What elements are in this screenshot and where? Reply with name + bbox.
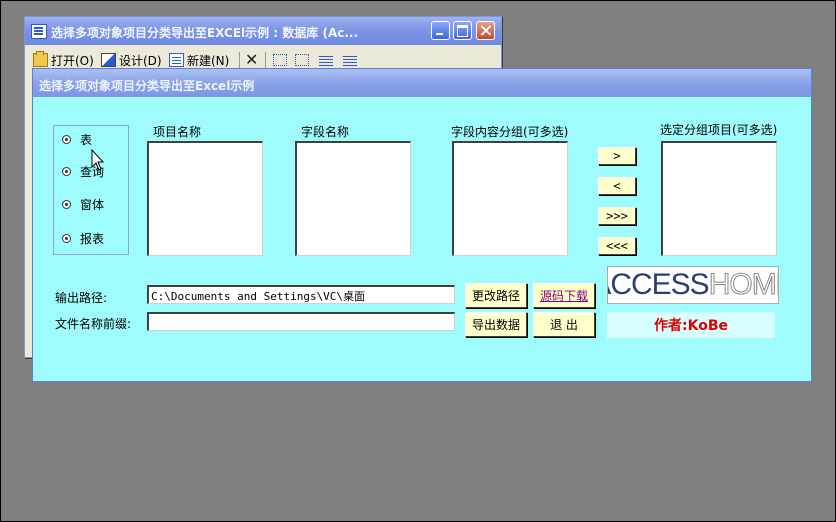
object-type-group: 表 查询 窗体 报表 <box>53 125 129 255</box>
delete-button[interactable]: ✕ <box>245 51 263 69</box>
database-window-titlebar[interactable]: 选择多项对象项目分类导出至EXCEl示例 : 数据库 (Ac... <box>25 17 501 45</box>
design-label: 设计(D) <box>119 53 162 68</box>
radio-form[interactable]: 窗体 <box>62 195 104 213</box>
toolbar-separator <box>265 52 266 68</box>
close-button[interactable] <box>476 21 495 40</box>
open-label: 打开(O) <box>51 53 94 68</box>
radio-indicator[interactable] <box>62 134 71 144</box>
output-path-field[interactable]: C:\Documents and Settings\VC\桌面 <box>147 285 455 304</box>
new-icon <box>169 53 184 67</box>
remove-all-button[interactable]: <<< <box>598 237 636 255</box>
design-button[interactable]: 设计(D) <box>101 51 162 69</box>
open-icon <box>33 51 48 67</box>
details-button[interactable] <box>343 51 360 69</box>
new-button[interactable]: 新建(N) <box>169 51 229 69</box>
design-icon <box>101 53 116 67</box>
prefix-label: 文件名称前缀: <box>55 317 132 331</box>
author-label: 作者:KoBe <box>607 312 775 338</box>
export-dialog[interactable]: 选择多项对象项目分类导出至Excel示例 表 查询 窗体 报表 项目名称 字段名… <box>32 68 812 382</box>
small-icons-icon <box>295 54 309 66</box>
details-icon <box>343 54 357 66</box>
change-path-button[interactable]: 更改路径 <box>465 283 527 308</box>
radio-report[interactable]: 报表 <box>62 229 104 247</box>
source-download-link[interactable]: 源码下载 <box>540 287 588 304</box>
radio-label: 窗体 <box>80 197 105 212</box>
database-icon <box>31 24 47 39</box>
delete-icon: ✕ <box>245 50 259 69</box>
radio-label: 报表 <box>80 231 105 246</box>
minimize-button[interactable] <box>431 21 450 40</box>
dialog-title: 选择多项对象项目分类导出至Excel示例 <box>39 79 255 93</box>
accesshome-logo: ACCESSHOME <box>607 266 779 304</box>
prefix-field[interactable] <box>147 312 455 331</box>
radio-indicator[interactable] <box>62 166 71 176</box>
large-icons-icon <box>273 54 287 66</box>
item-name-label: 项目名称 <box>153 125 202 139</box>
list-button[interactable] <box>319 51 336 69</box>
logo-text-access: ACCESS <box>608 268 710 301</box>
exit-button[interactable]: 退 出 <box>533 312 595 337</box>
radio-indicator[interactable] <box>62 233 71 243</box>
selected-group-listbox[interactable] <box>661 141 777 256</box>
open-button[interactable]: 打开(O) <box>33 51 94 69</box>
field-group-label: 字段内容分组(可多选) <box>451 125 569 139</box>
field-name-label: 字段名称 <box>301 125 350 139</box>
remove-one-button[interactable]: < <box>598 177 636 195</box>
list-icon <box>319 54 333 66</box>
small-icons-button[interactable] <box>295 51 312 69</box>
radio-label: 表 <box>80 132 93 147</box>
source-download-button[interactable]: 源码下载 <box>533 283 595 308</box>
dialog-titlebar[interactable]: 选择多项对象项目分类导出至Excel示例 <box>33 69 811 97</box>
radio-table[interactable]: 表 <box>62 130 92 148</box>
field-group-listbox[interactable] <box>452 141 568 256</box>
radio-indicator[interactable] <box>62 199 71 209</box>
add-one-button[interactable]: > <box>598 147 636 165</box>
output-path-label: 输出路径: <box>55 291 108 305</box>
selected-group-label: 选定分组项目(可多选) <box>660 123 778 137</box>
maximize-button[interactable] <box>453 21 472 40</box>
large-icons-button[interactable] <box>273 51 290 69</box>
toolbar-separator <box>239 52 240 68</box>
item-name-listbox[interactable] <box>147 141 263 256</box>
add-all-button[interactable]: >>> <box>598 207 636 225</box>
database-window-title: 选择多项对象项目分类导出至EXCEl示例 : 数据库 (Ac... <box>51 26 359 40</box>
logo-text-home: HOME <box>708 268 778 302</box>
field-name-listbox[interactable] <box>295 141 411 256</box>
export-data-button[interactable]: 导出数据 <box>465 312 527 337</box>
new-label: 新建(N) <box>187 53 230 68</box>
